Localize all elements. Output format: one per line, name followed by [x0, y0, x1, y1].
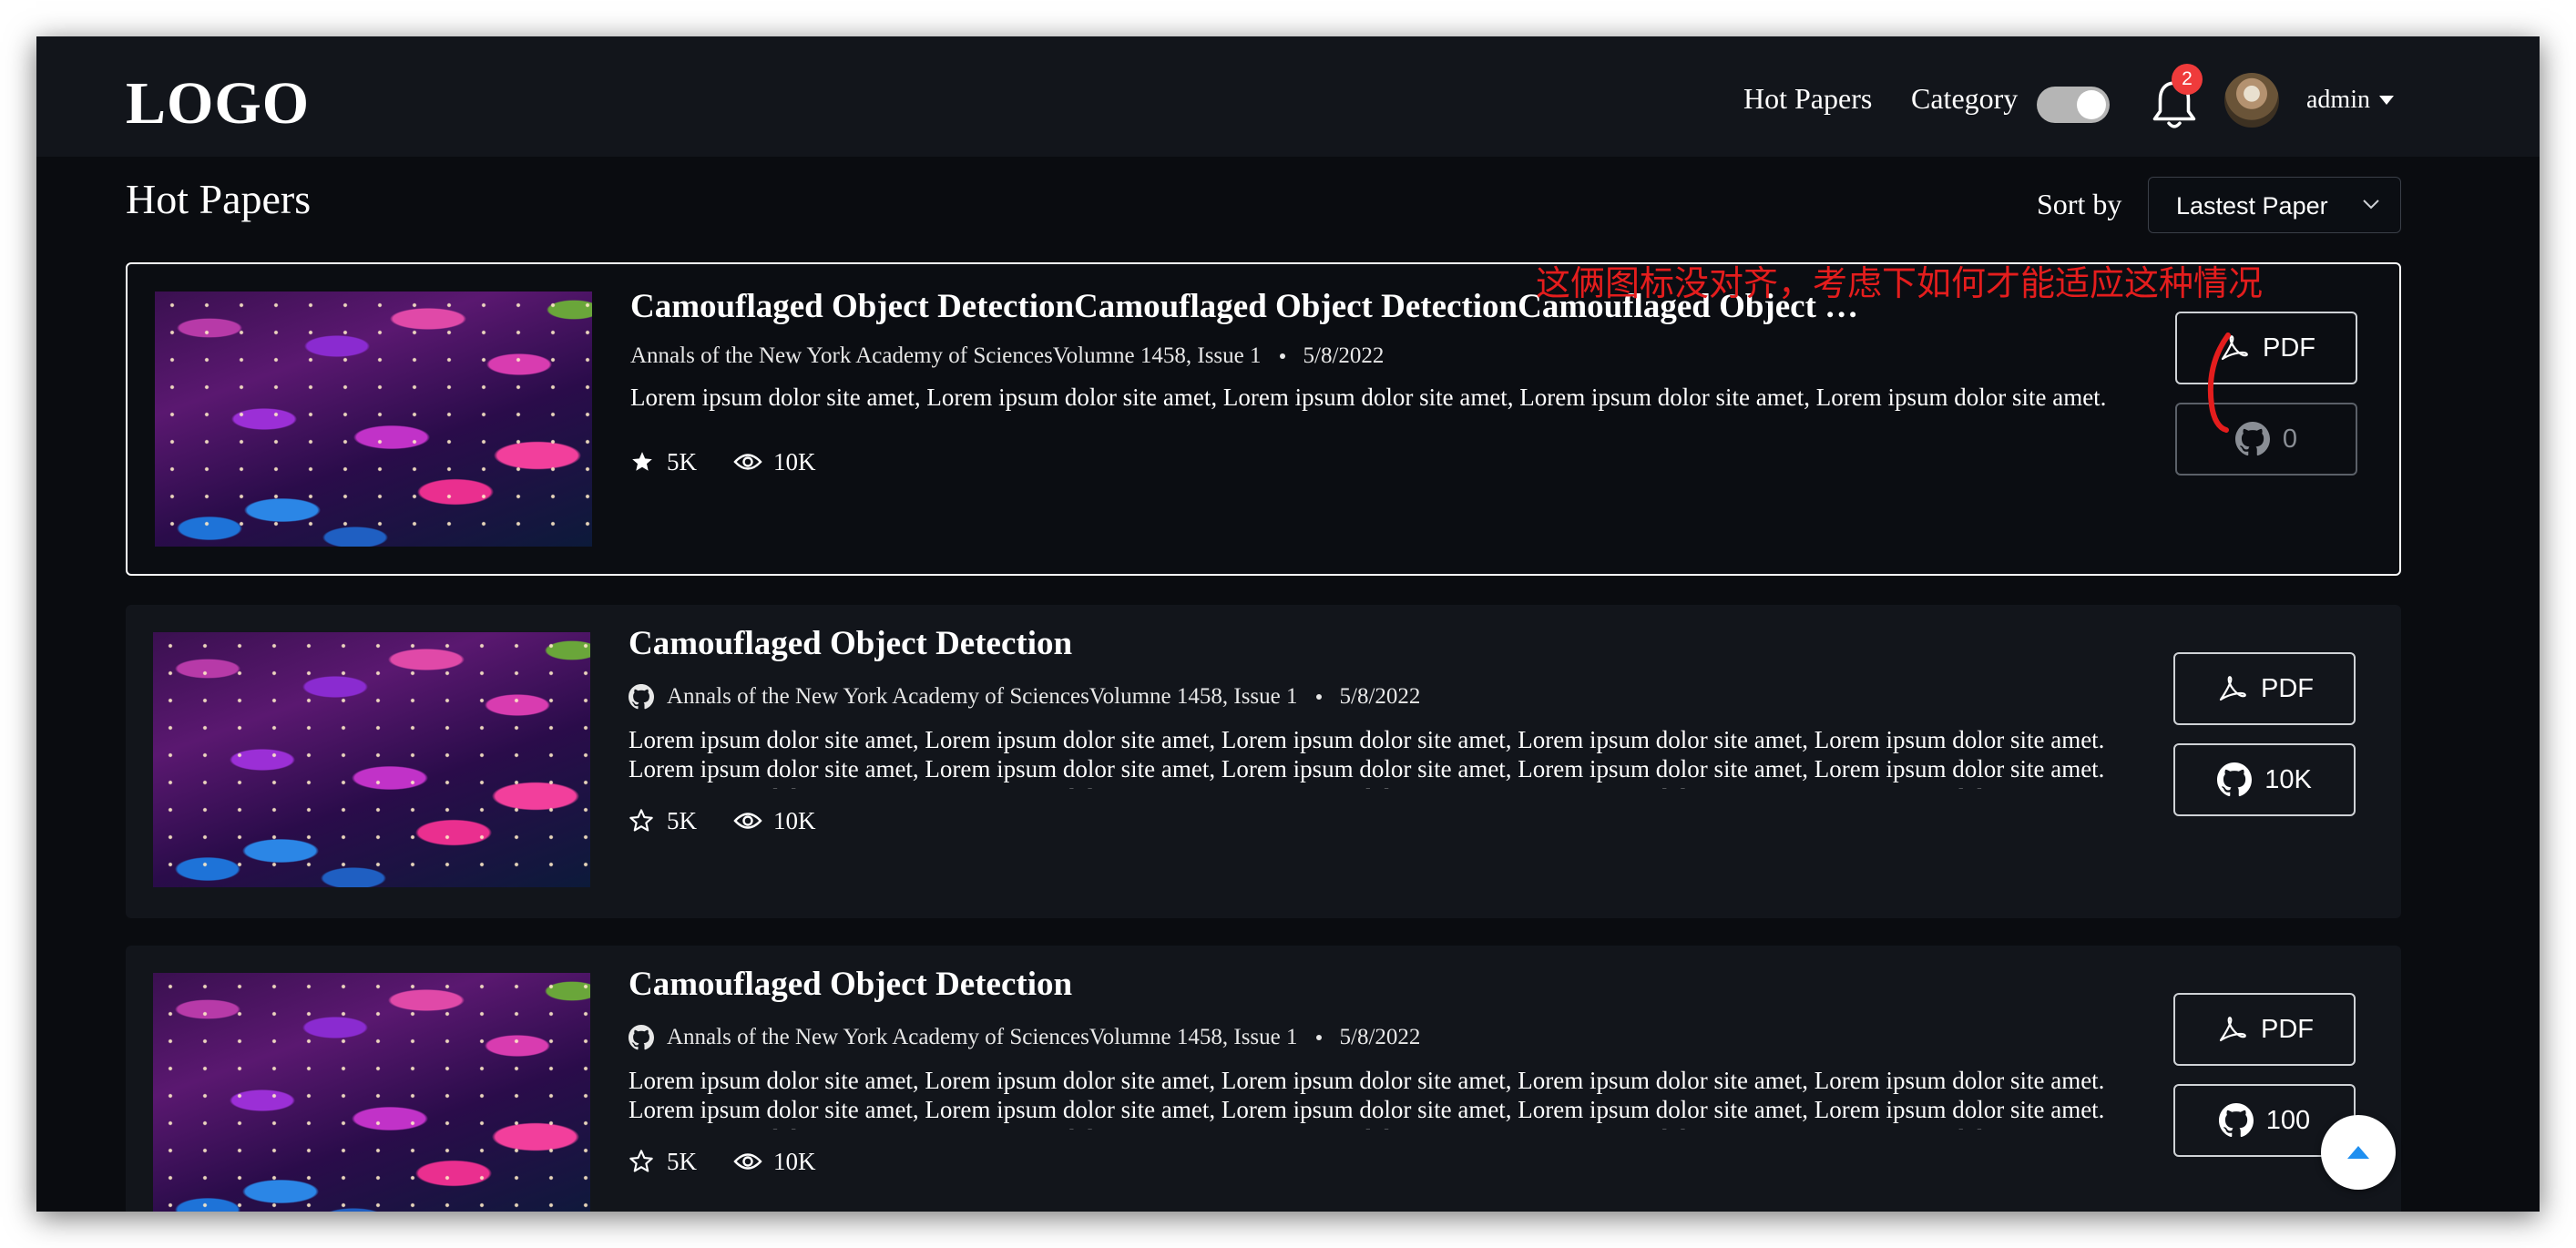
separator-dot: [1315, 694, 1322, 700]
github-count: 100: [2265, 1105, 2311, 1135]
github-icon: [629, 1025, 654, 1050]
nav-hot-papers[interactable]: Hot Papers: [1743, 80, 1872, 117]
separator-dot: [1279, 353, 1285, 359]
paper-journal: Annals of the New York Academy of Scienc…: [667, 1025, 1298, 1049]
paper-meta: Annals of the New York Academy of Scienc…: [630, 341, 1384, 372]
paper-card[interactable]: Camouflaged Object DetectionCamouflaged …: [126, 262, 2401, 576]
acrobat-pdf-icon: [2219, 676, 2246, 701]
github-icon: [2217, 762, 2253, 797]
logo[interactable]: LOGO: [126, 67, 310, 140]
star-outline-icon[interactable]: [629, 1149, 654, 1174]
top-navbar: LOGO Hot Papers Category 2 admin: [36, 36, 2540, 157]
view-count: 10K: [773, 807, 816, 834]
paper-stats: 5K 10K: [629, 1146, 816, 1177]
paper-meta: Annals of the New York Academy of Scienc…: [629, 681, 1420, 712]
paper-thumbnail[interactable]: [153, 632, 590, 887]
paper-card[interactable]: Camouflaged Object Detection Annals of t…: [126, 946, 2401, 1212]
pdf-button[interactable]: PDF: [2173, 993, 2356, 1066]
star-count: 5K: [667, 807, 697, 834]
caret-up-icon: [2347, 1146, 2369, 1159]
user-menu-name[interactable]: admin: [2306, 84, 2370, 117]
annotation-bracket-mark: [2207, 332, 2231, 433]
pdf-label: PDF: [2261, 673, 2314, 703]
github-icon: [2218, 1103, 2254, 1138]
star-count: 5K: [667, 448, 697, 476]
paper-abstract: Lorem ipsum dolor site amet, Lorem ipsum…: [629, 726, 2105, 789]
annotation-note: 这俩图标没对齐，考虑下如何才能适应这种情况: [1536, 263, 2264, 303]
eye-icon: [733, 813, 762, 829]
paper-abstract: Lorem ipsum dolor site amet, Lorem ipsum…: [630, 384, 2107, 411]
chevron-down-icon: [2363, 199, 2379, 210]
nav-category[interactable]: Category: [1911, 80, 2018, 117]
star-count: 5K: [667, 1148, 697, 1175]
paper-journal: Annals of the New York Academy of Scienc…: [667, 684, 1298, 709]
paper-card[interactable]: Camouflaged Object Detection Annals of t…: [126, 605, 2401, 918]
paper-thumbnail[interactable]: [155, 292, 592, 547]
avatar[interactable]: [2224, 73, 2279, 128]
paper-thumbnail[interactable]: [153, 973, 590, 1212]
pdf-button[interactable]: PDF: [2173, 652, 2356, 725]
pdf-label: PDF: [2261, 1014, 2314, 1044]
views: 10K: [733, 805, 816, 836]
github-count: 10K: [2264, 764, 2312, 794]
scroll-to-top-button[interactable]: [2321, 1115, 2396, 1190]
caret-down-icon[interactable]: [2379, 96, 2394, 105]
acrobat-pdf-icon: [2219, 1017, 2246, 1042]
paper-stats: 5K 10K: [629, 805, 816, 836]
paper-meta: Annals of the New York Academy of Scienc…: [629, 1022, 1420, 1053]
notification-badge: 2: [2172, 64, 2203, 95]
paper-date: 5/8/2022: [1339, 684, 1421, 709]
paper-date: 5/8/2022: [1303, 343, 1385, 368]
views: 10K: [733, 446, 816, 477]
view-count: 10K: [773, 1148, 816, 1175]
view-count: 10K: [773, 448, 816, 476]
paper-date: 5/8/2022: [1339, 1025, 1421, 1049]
paper-title[interactable]: Camouflaged Object Detection: [629, 964, 1867, 1006]
paper-stats: 5K 10K: [630, 446, 816, 477]
pdf-label: PDF: [2263, 332, 2315, 363]
star-filled-icon[interactable]: [630, 450, 654, 474]
paper-abstract: Lorem ipsum dolor site amet, Lorem ipsum…: [629, 1067, 2105, 1130]
toggle-knob: [2077, 90, 2106, 119]
eye-icon: [733, 1153, 762, 1170]
separator-dot: [1315, 1035, 1322, 1040]
eye-icon: [733, 454, 762, 470]
theme-toggle[interactable]: [2037, 87, 2110, 123]
github-icon: [629, 684, 654, 710]
paper-title[interactable]: Camouflaged Object Detection: [629, 623, 1867, 665]
views: 10K: [733, 1146, 816, 1177]
github-count: 0: [2282, 424, 2298, 454]
github-button[interactable]: 10K: [2173, 743, 2356, 816]
star-outline-icon[interactable]: [629, 808, 654, 834]
app-window: LOGO Hot Papers Category 2 admin Hot Pap…: [36, 36, 2540, 1212]
paper-journal: Annals of the New York Academy of Scienc…: [630, 343, 1262, 368]
sort-selected-value: Lastest Paper: [2176, 192, 2328, 220]
sort-select[interactable]: Lastest Paper: [2148, 177, 2401, 233]
sort-label: Sort by: [2037, 188, 2122, 220]
page-title: Hot Papers: [126, 176, 312, 222]
